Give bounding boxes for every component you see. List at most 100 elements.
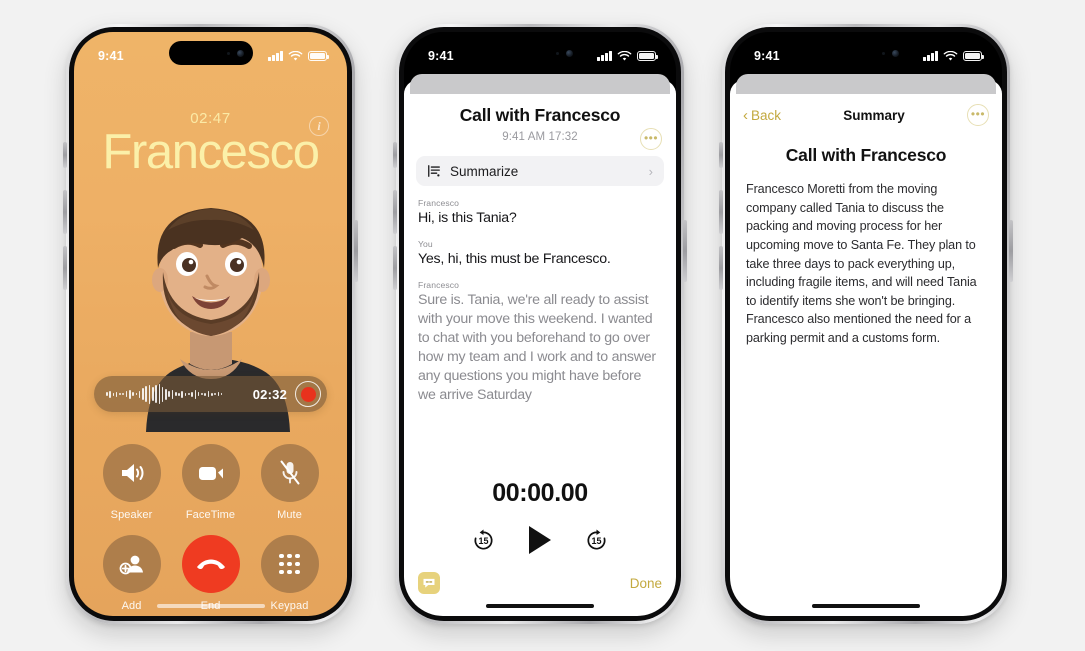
phone-device-summary-screen: 9:41 ‹ Back Summary ••• Call with France… xyxy=(719,24,1013,624)
sheet-stack-peek xyxy=(736,74,996,94)
transcript-text: Hi, is this Tania? xyxy=(418,210,517,226)
facetime-label: FaceTime xyxy=(185,509,236,521)
summary-screen: 9:41 ‹ Back Summary ••• Call with France… xyxy=(730,32,1002,616)
speaker-button[interactable]: Speaker xyxy=(102,444,161,521)
chevron-right-icon: › xyxy=(648,163,653,179)
status-time: 9:41 xyxy=(754,49,780,63)
dynamic-island xyxy=(824,41,908,65)
speaker-icon xyxy=(102,444,161,502)
summary-body: Francesco Moretti from the moving compan… xyxy=(746,182,977,345)
volume-down-button[interactable] xyxy=(393,246,397,290)
summary-heading: Call with Francesco xyxy=(785,145,947,165)
done-button[interactable]: Done xyxy=(630,576,662,591)
dynamic-island xyxy=(168,41,253,65)
wifi-icon xyxy=(288,50,303,61)
keypad-button[interactable]: Keypad xyxy=(260,535,319,612)
sheet-title: Call with Francesco xyxy=(459,105,621,125)
power-button[interactable] xyxy=(683,220,687,282)
skip-forward-label: 15 xyxy=(591,536,602,546)
power-button[interactable] xyxy=(354,220,358,282)
transcript-entry: You Yes, hi, this must be Francesco. xyxy=(418,239,662,269)
screenshot-canvas: 9:41 i 02:47 Francesco 02:32 Speaker Fac… xyxy=(0,0,1085,651)
volume-up-button[interactable] xyxy=(719,190,723,234)
playback-controls: 15 15 xyxy=(404,526,676,554)
silent-switch[interactable] xyxy=(719,142,723,168)
more-options-icon[interactable]: ••• xyxy=(640,128,662,150)
more-options-icon[interactable]: ••• xyxy=(966,104,989,126)
summary-sheet: ‹ Back Summary ••• Call with Francesco F… xyxy=(730,80,1002,616)
battery-icon xyxy=(963,51,984,61)
mute-button[interactable]: Mute xyxy=(260,444,319,521)
skip-back-label: 15 xyxy=(478,536,489,546)
battery-icon xyxy=(637,51,658,61)
keypad-label: Keypad xyxy=(270,600,309,612)
back-label: Back xyxy=(751,107,782,123)
summarize-label: Summarize xyxy=(450,163,519,179)
keypad-icon xyxy=(260,535,319,593)
phone-device-call-screen: 9:41 i 02:47 Francesco 02:32 Speaker Fac… xyxy=(63,24,358,624)
audio-waveform-icon xyxy=(106,384,245,404)
front-camera-icon xyxy=(236,49,244,57)
dynamic-island xyxy=(498,41,582,65)
status-time: 9:41 xyxy=(428,49,454,63)
transcript-text: Yes, hi, this must be Francesco. xyxy=(418,251,611,268)
face-id-sensor-icon xyxy=(556,51,559,55)
transcript-entry: Francesco Hi, is this Tania? xyxy=(418,198,662,228)
play-icon[interactable] xyxy=(529,526,551,554)
record-button-icon[interactable] xyxy=(295,381,321,407)
volume-down-button[interactable] xyxy=(719,246,723,290)
volume-down-button[interactable] xyxy=(63,246,67,290)
front-camera-icon xyxy=(892,49,899,57)
skip-forward-15-icon[interactable]: 15 xyxy=(584,528,609,553)
add-label: Add xyxy=(121,600,142,612)
end-call-button[interactable]: End xyxy=(181,535,240,612)
recording-elapsed-time: 02:32 xyxy=(252,386,287,402)
summarize-row[interactable]: Summarize › xyxy=(416,156,664,186)
transcript-screen: 9:41 Call with Francesco 9:41 AM 17:32 •… xyxy=(404,32,676,616)
sheet-subtitle: 9:41 AM 17:32 xyxy=(502,131,578,143)
back-button[interactable]: ‹ Back xyxy=(743,108,781,123)
home-indicator[interactable] xyxy=(156,603,265,608)
transcript-sheet: Call with Francesco 9:41 AM 17:32 ••• Su… xyxy=(404,80,676,616)
status-indicators xyxy=(923,50,984,62)
status-indicators xyxy=(597,50,658,62)
add-person-icon xyxy=(102,535,161,593)
nav-title: Summary xyxy=(843,107,905,123)
cellular-signal-icon xyxy=(268,51,283,61)
volume-up-button[interactable] xyxy=(63,190,67,234)
call-screen: 9:41 i 02:47 Francesco 02:32 Speaker Fac… xyxy=(74,32,347,616)
home-indicator[interactable] xyxy=(812,603,920,608)
sheet-footer: Done xyxy=(418,572,662,594)
transcript-speaker: Francesco xyxy=(418,280,460,291)
info-circle-icon[interactable]: i xyxy=(309,116,329,136)
live-transcription-icon[interactable] xyxy=(418,572,440,594)
transcript-list: Francesco Hi, is this Tania? You Yes, hi… xyxy=(404,186,676,405)
summarize-icon xyxy=(428,165,440,177)
front-camera-icon xyxy=(566,49,573,57)
silent-switch[interactable] xyxy=(63,142,67,168)
wifi-icon xyxy=(943,50,958,61)
cellular-signal-icon xyxy=(923,51,938,61)
add-call-button[interactable]: Add xyxy=(102,535,161,612)
mute-label: Mute xyxy=(277,509,302,521)
call-controls-grid: Speaker FaceTime Mute Add Keypad xyxy=(92,444,329,612)
facetime-button[interactable]: FaceTime xyxy=(181,444,240,521)
status-indicators xyxy=(268,50,329,62)
transcript-text: Sure is. Tania, we're all ready to assis… xyxy=(418,292,656,404)
phone-device-transcript-screen: 9:41 Call with Francesco 9:41 AM 17:32 •… xyxy=(393,24,687,624)
skip-back-15-icon[interactable]: 15 xyxy=(471,528,496,553)
cellular-signal-icon xyxy=(597,51,612,61)
status-time: 9:41 xyxy=(98,49,124,63)
transcript-entry: Francesco Sure is. Tania, we're all read… xyxy=(418,280,662,405)
call-recording-pill[interactable]: 02:32 xyxy=(94,376,327,412)
volume-up-button[interactable] xyxy=(393,190,397,234)
home-indicator[interactable] xyxy=(486,603,594,608)
navigation-bar: ‹ Back Summary ••• xyxy=(730,104,1002,126)
silent-switch[interactable] xyxy=(393,142,397,168)
power-button[interactable] xyxy=(1009,220,1013,282)
transcript-speaker: Francesco xyxy=(418,198,460,208)
contact-name: Francesco xyxy=(102,125,320,179)
face-id-sensor-icon xyxy=(226,51,230,55)
wifi-icon xyxy=(617,50,632,61)
chevron-left-icon: ‹ xyxy=(743,106,748,124)
